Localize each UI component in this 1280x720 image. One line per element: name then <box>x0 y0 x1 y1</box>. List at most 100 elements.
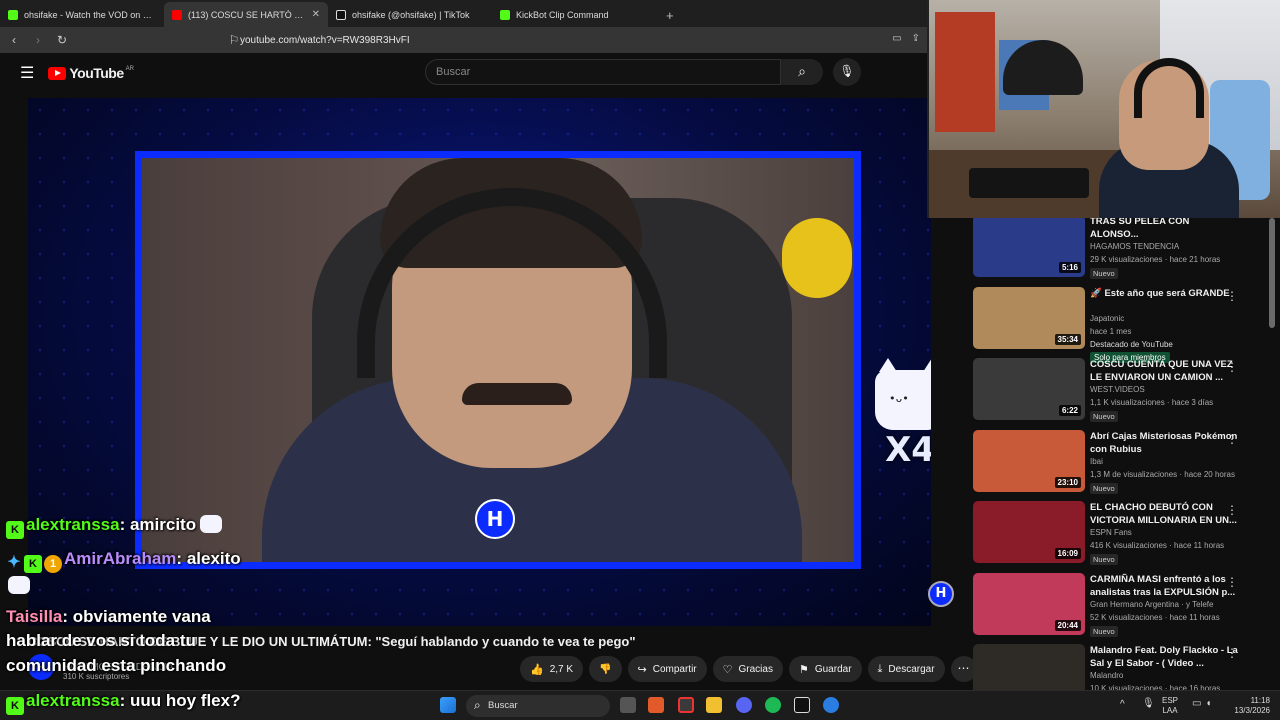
taskbar-search[interactable]: Buscar <box>466 695 610 717</box>
recommendation-item[interactable]: 23:10 Abrí Cajas Misteriosas Pokémon con … <box>972 428 1268 500</box>
search-input[interactable]: Buscar <box>425 59 781 85</box>
recommendation-channel[interactable]: Malandro <box>1090 671 1123 680</box>
video-thumbnail[interactable]: 20:44 <box>973 572 1085 635</box>
language-indicator[interactable]: ESP LAA <box>1162 696 1178 716</box>
sword-badge-icon: ✦ <box>7 554 21 571</box>
tab-title: KickBot Clip Command <box>516 9 609 20</box>
share-label: Compartir <box>652 663 697 675</box>
save-button[interactable]: ⚑ Guardar <box>788 656 862 682</box>
thanks-button[interactable]: ♡ Gracias <box>712 656 783 682</box>
tab-title: ohsifake - Watch the VOD on Kick <box>24 9 156 20</box>
keyboard <box>969 168 1089 198</box>
more-options-icon[interactable]: ⋮ <box>1226 289 1238 303</box>
tab-kickbot[interactable]: KickBot Clip Command <box>492 2 656 27</box>
recommendation-item[interactable]: 5:16 TRAS SU PELEA CON ALONSO... HAGAMOS T… <box>972 213 1268 285</box>
recommendation-title[interactable]: TRAS SU PELEA CON ALONSO... <box>1090 215 1240 241</box>
close-tab-icon[interactable]: ✕ <box>312 9 320 20</box>
share-button[interactable]: ↪ Compartir <box>627 656 707 682</box>
share-icon: ↪ <box>637 663 647 676</box>
recommendation-title[interactable]: 🚀 Este año que será GRANDE <box>1090 287 1240 300</box>
recommendation-channel[interactable]: Japatonic <box>1090 314 1124 323</box>
video-thumbnail[interactable]: 5:16 <box>973 215 1085 277</box>
mic-icon[interactable]: 🎙 <box>1142 699 1155 709</box>
forward-icon[interactable]: › <box>28 33 48 47</box>
search-button[interactable]: ⌕ <box>781 59 823 85</box>
like-button[interactable]: 👍 2,7 K <box>520 656 584 682</box>
video-thumbnail[interactable]: 35:34 <box>973 286 1085 349</box>
clock-time: 11:18 <box>1250 696 1270 705</box>
recommendation-item[interactable]: 16:09 EL CHACHO DEBUTÓ CON VICTORIA MILLO… <box>972 499 1268 571</box>
cat-emote-overlay: •ᴗ• X4 <box>868 358 931 480</box>
more-options-icon[interactable]: ⋮ <box>1226 646 1238 660</box>
mic-icon: 🎙 <box>839 64 855 78</box>
more-options-icon[interactable]: ⋮ <box>1226 575 1238 589</box>
recommendation-channel[interactable]: Gran Hermano Argentina · y Telefe <box>1090 600 1213 609</box>
youtube-play-icon <box>48 66 67 80</box>
tab-kick-vod[interactable]: ohsifake - Watch the VOD on Kick <box>0 2 164 27</box>
cat-emote-icon <box>200 515 223 533</box>
subscriber-badge-icon: K <box>6 697 24 715</box>
spotify-icon[interactable] <box>765 697 781 713</box>
recommendation-item[interactable]: 6:22 COSCU CUENTA QUE UNA VEZ LE ENVIARON… <box>972 356 1268 428</box>
tab-tiktok[interactable]: ohsifake (@ohsifake) | TikTok <box>328 2 492 27</box>
reload-icon[interactable]: ↻ <box>52 33 72 47</box>
recommendation-title[interactable]: Malandro Feat. Doly Flackko - La Sal y E… <box>1090 644 1240 670</box>
tray-chevron-icon[interactable]: ^ <box>1120 700 1125 710</box>
recommendation-channel[interactable]: HAGAMOS TENDENCIA <box>1090 242 1179 251</box>
recommendation-title[interactable]: CARMIÑA MASI enfrentó a los analistas tr… <box>1090 573 1240 599</box>
clock-date: 13/3/2026 <box>1234 706 1270 715</box>
video-thumbnail[interactable]: 23:10 <box>973 429 1085 492</box>
video-thumbnail[interactable]: 16:09 <box>973 501 1085 563</box>
address-bar[interactable]: youtube.com/watch?v=RW398R3HvFI <box>240 35 410 46</box>
dislike-button[interactable]: 👎 <box>589 656 622 682</box>
clock[interactable]: 11:18 13/3/2026 <box>1226 696 1270 716</box>
chat-message: Kalextranssa: uuu hoy flex? <box>6 691 240 715</box>
recommendation-channel[interactable]: Ibai <box>1090 457 1103 466</box>
voice-search-button[interactable]: 🎙 <box>833 58 861 86</box>
chat-username: alextranssa <box>26 515 120 534</box>
video-actions: 👍 2,7 K 👎 ↪ Compartir ♡ Gracias ⚑ Guardar ⤓ D… <box>520 656 977 682</box>
sidebar-scrollbar[interactable] <box>1269 218 1275 328</box>
toolbar-icons[interactable]: ▭⇪ <box>892 33 930 44</box>
bookmark-icon[interactable]: ⚐ <box>224 33 244 47</box>
recommendation-title[interactable]: COSCU CUENTA QUE UNA VEZ LE ENVIARON UN … <box>1090 358 1240 384</box>
windows-start-icon[interactable] <box>440 697 456 713</box>
file-explorer-icon[interactable] <box>706 697 722 713</box>
video-duration: 20:44 <box>1054 619 1081 631</box>
channel-branding-icon[interactable]: H <box>928 581 954 607</box>
tab-youtube[interactable]: (113) COSCU SE HARTÓ DE B ✕ <box>164 2 328 27</box>
youtube-header: ☰ YouTube AR Buscar ⌕ 🎙 <box>0 53 960 93</box>
download-button[interactable]: ⤓ Descargar <box>867 656 945 682</box>
video-thumbnail[interactable]: 6:22 <box>973 358 1085 420</box>
capcut-icon[interactable] <box>794 697 810 713</box>
cat-emote-icon <box>8 576 30 594</box>
more-options-icon[interactable]: ⋮ <box>1226 360 1238 374</box>
new-tab-button[interactable]: + <box>656 8 684 27</box>
emote-multiplier: X4 <box>885 430 931 470</box>
subscriber-badge-icon: K <box>6 521 24 539</box>
recommendation-title[interactable]: EL CHACHO DEBUTÓ CON VICTORIA MILLONARIA… <box>1090 501 1240 527</box>
recommendation-channel[interactable]: WEST.VIDEOS <box>1090 385 1145 394</box>
more-options-icon[interactable]: ⋮ <box>1226 432 1238 446</box>
recommendation-item[interactable]: 20:44 CARMIÑA MASI enfrentó a los analist… <box>972 571 1268 643</box>
more-options-icon[interactable]: ⋮ <box>1226 503 1238 517</box>
network-volume-icons[interactable]: ▭◖ <box>1192 699 1216 709</box>
recommendation-title[interactable]: Abrí Cajas Misteriosas Pokémon con Rubiu… <box>1090 430 1240 456</box>
recommendation-meta: 1,3 M de visualizaciones · hace 20 horas <box>1090 469 1235 479</box>
app-icon[interactable] <box>678 697 694 713</box>
video-player[interactable]: •ᴗ• X4 <box>28 98 931 626</box>
new-badge: Nuevo <box>1090 554 1118 565</box>
new-badge: Nuevo <box>1090 411 1118 422</box>
recommendation-item[interactable]: 35:34 🚀 Este año que será GRANDE Japatonic… <box>972 285 1268 363</box>
menu-icon[interactable]: ☰ <box>20 63 34 83</box>
chat-message: ✦ K 1 AmirAbraham: alexito <box>7 549 241 573</box>
youtube-logo[interactable]: YouTube AR <box>48 65 134 81</box>
wall-poster <box>935 12 995 132</box>
discord-icon[interactable] <box>736 697 752 713</box>
task-view-icon[interactable] <box>620 697 636 713</box>
brave-browser-icon[interactable] <box>648 697 664 713</box>
back-icon[interactable]: ‹ <box>4 33 24 47</box>
download-icon: ⤓ <box>877 662 883 675</box>
app-icon[interactable] <box>823 697 839 713</box>
recommendation-channel[interactable]: ESPN Fans <box>1090 528 1132 537</box>
